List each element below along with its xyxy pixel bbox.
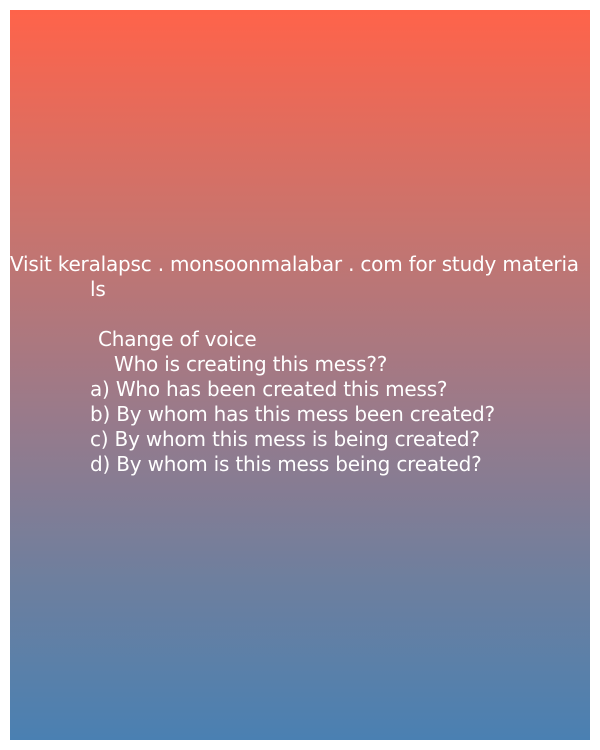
study-card: Visit keralapsc . monsoonmalabar . com f…: [10, 10, 590, 740]
quiz-question: Who is creating this mess??: [114, 352, 388, 376]
option-c: c) By whom this mess is being created?: [90, 427, 480, 451]
promo-text-line-1: Visit keralapsc . monsoonmalabar . com f…: [10, 252, 579, 276]
option-d: d) By whom is this mess being created?: [90, 452, 482, 476]
option-a: a) Who has been created this mess?: [90, 377, 448, 401]
option-b: b) By whom has this mess been created?: [90, 402, 495, 426]
promo-text-line-2: ls: [90, 277, 106, 301]
quiz-title: Change of voice: [98, 327, 257, 351]
